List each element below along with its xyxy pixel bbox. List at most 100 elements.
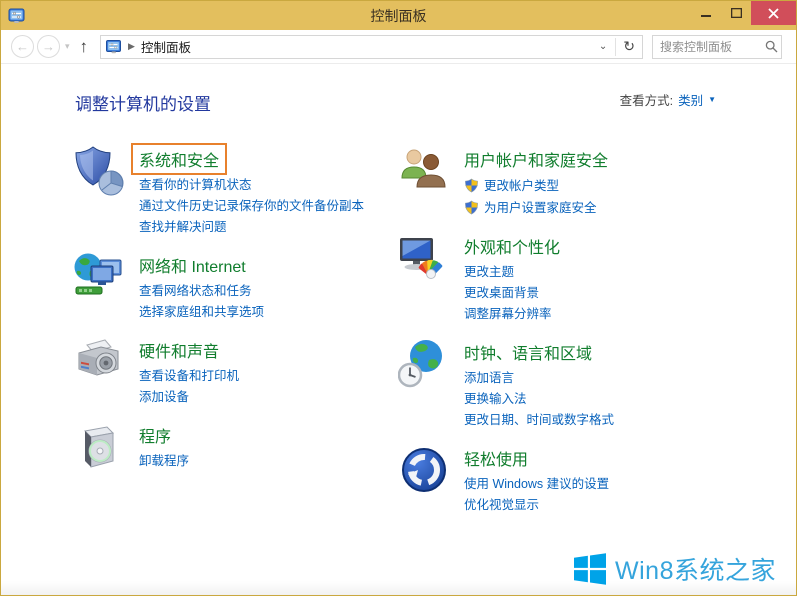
category-title-ease-of-access[interactable]: 轻松使用 xyxy=(464,446,528,470)
system-security-icon[interactable] xyxy=(73,145,127,199)
task-link-label: 卸载程序 xyxy=(139,454,190,468)
task-link[interactable]: 优化视觉显示 xyxy=(464,498,609,512)
task-link-label: 查看设备和打印机 xyxy=(139,369,240,383)
task-link-label: 更换输入法 xyxy=(464,392,527,406)
recent-pages-chevron-icon[interactable]: ▾ xyxy=(63,41,72,52)
task-link-label: 更改帐户类型 xyxy=(484,178,560,193)
task-link[interactable]: 查找并解决问题 xyxy=(139,220,364,234)
task-link-label: 优化视觉显示 xyxy=(464,498,540,512)
task-link-label: 选择家庭组和共享选项 xyxy=(139,305,265,319)
programs-icon[interactable] xyxy=(73,421,127,475)
forward-button[interactable]: → xyxy=(37,35,60,58)
task-link-label: 更改日期、时间或数字格式 xyxy=(464,413,615,427)
task-link[interactable]: 使用 Windows 建议的设置 xyxy=(464,477,609,491)
category-title-hardware-sound[interactable]: 硬件和声音 xyxy=(139,338,219,362)
back-button[interactable]: ← xyxy=(11,35,34,58)
task-link-label: 为用户设置家庭安全 xyxy=(484,200,597,215)
watermark: Win8系统之家 xyxy=(574,551,776,587)
category-title-programs[interactable]: 程序 xyxy=(139,423,171,447)
task-link-label: 查看网络状态和任务 xyxy=(139,284,252,298)
minimize-button[interactable] xyxy=(691,1,721,25)
task-link[interactable]: 更改主题 xyxy=(464,265,560,279)
task-link[interactable]: 添加设备 xyxy=(139,390,239,404)
task-link[interactable]: 选择家庭组和共享选项 xyxy=(139,305,264,319)
task-link-label: 查找并解决问题 xyxy=(139,220,227,234)
category-title-user-accounts-family-safety[interactable]: 用户帐户和家庭安全 xyxy=(464,147,608,171)
breadcrumb-control-panel[interactable]: 控制面板 xyxy=(141,37,191,56)
category-user-accounts-family-safety: 用户帐户和家庭安全 更改帐户类型为用户设置家庭安全 xyxy=(398,145,738,215)
task-link[interactable]: 更换输入法 xyxy=(464,392,614,406)
category-network-internet: 网络和 Internet 查看网络状态和任务 选择家庭组和共享选项 xyxy=(73,251,398,319)
category-title-appearance-personalization[interactable]: 外观和个性化 xyxy=(464,234,560,258)
category-clock-language-region: 时钟、语言和区域 添加语言更换输入法更改日期、时间或数字格式 xyxy=(397,338,738,427)
window-title: 控制面板 xyxy=(370,8,427,24)
task-link[interactable]: 卸载程序 xyxy=(139,454,189,468)
up-button[interactable]: ↑ xyxy=(75,38,94,55)
category-appearance-personalization: 外观和个性化 更改主题更改桌面背景 调整屏幕分辨率 xyxy=(398,232,738,321)
category-system-security: 系统和安全 查看你的计算机状态通过文件历史记录保存你的文件备份副本 查找并解决问题 xyxy=(73,143,398,234)
close-button[interactable] xyxy=(751,1,796,25)
breadcrumb-arrow-icon: ▶ xyxy=(128,41,135,51)
task-link-label: 通过文件历史记录保存你的文件备份副本 xyxy=(139,199,365,213)
task-link-label: 更改主题 xyxy=(464,265,515,279)
minimize-icon xyxy=(701,15,711,17)
content-header: 调整计算机的设置 查看方式: 类别 ▼ xyxy=(1,64,796,145)
address-dropdown-icon[interactable]: ⌄ xyxy=(591,41,615,52)
view-by-control: 查看方式: 类别 ▼ xyxy=(620,90,716,109)
category-columns: 系统和安全 查看你的计算机状态通过文件历史记录保存你的文件备份副本 查找并解决问题… xyxy=(1,143,796,529)
address-bar[interactable]: ▶ 控制面板 ⌄ ↻ xyxy=(100,34,643,59)
titlebar: 控制面板 xyxy=(1,1,796,30)
close-icon xyxy=(768,7,779,19)
control-panel-window: 控制面板 ← → ▾ ↑ ▶ 控制面板 ⌄ ↻ 搜索控制面板 调整计算机的设置 … xyxy=(0,0,797,596)
control-panel-app-icon xyxy=(8,8,26,24)
task-link-label: 调整屏幕分辨率 xyxy=(464,307,552,321)
category-title-network-internet[interactable]: 网络和 Internet xyxy=(139,253,246,277)
task-link[interactable]: 更改日期、时间或数字格式 xyxy=(464,413,614,427)
category-title-system-security[interactable]: 系统和安全 xyxy=(131,143,228,175)
network-internet-icon[interactable] xyxy=(73,251,127,305)
task-link[interactable]: 查看网络状态和任务 xyxy=(139,284,264,298)
task-link[interactable]: 添加语言 xyxy=(464,371,614,385)
control-panel-home: 调整计算机的设置 查看方式: 类别 ▼ 系统和安全 查看你的计算机状态通过文件历… xyxy=(1,64,796,595)
task-link[interactable]: 更改帐户类型 xyxy=(464,178,608,193)
task-link[interactable]: 为用户设置家庭安全 xyxy=(464,200,608,215)
task-link[interactable]: 查看设备和打印机 xyxy=(139,369,239,383)
view-by-caret-icon[interactable]: ▼ xyxy=(708,95,716,104)
category-ease-of-access: 轻松使用 使用 Windows 建议的设置 优化视觉显示 xyxy=(398,444,738,512)
task-link[interactable]: 查看你的计算机状态 xyxy=(139,178,364,192)
task-link[interactable]: 更改桌面背景 xyxy=(464,286,560,300)
windows-logo-icon xyxy=(574,553,607,585)
task-link-label: 添加设备 xyxy=(139,390,190,404)
maximize-icon xyxy=(730,8,742,18)
uac-shield-icon xyxy=(464,178,479,193)
view-by-value[interactable]: 类别 xyxy=(678,90,703,109)
navigation-toolbar: ← → ▾ ↑ ▶ 控制面板 ⌄ ↻ xyxy=(1,30,796,64)
hardware-sound-icon[interactable] xyxy=(73,336,127,390)
task-link[interactable]: 调整屏幕分辨率 xyxy=(464,307,560,321)
appearance-personalization-icon[interactable] xyxy=(398,232,452,286)
category-hardware-sound: 硬件和声音 查看设备和打印机 添加设备 xyxy=(73,336,398,404)
right-column: 用户帐户和家庭安全 更改帐户类型为用户设置家庭安全 外观和个性化 更改主题更改桌… xyxy=(397,145,738,529)
task-link-label: 添加语言 xyxy=(464,371,515,385)
task-link-label: 查看你的计算机状态 xyxy=(139,178,252,192)
search-box xyxy=(652,34,782,59)
watermark-text: Win8系统之家 xyxy=(615,557,776,585)
page-title: 调整计算机的设置 xyxy=(75,95,211,114)
left-column: 系统和安全 查看你的计算机状态通过文件历史记录保存你的文件备份副本 查找并解决问题… xyxy=(73,143,398,529)
task-link[interactable]: 通过文件历史记录保存你的文件备份副本 xyxy=(139,199,364,213)
user-accounts-family-safety-icon[interactable] xyxy=(398,145,452,199)
maximize-button[interactable] xyxy=(721,1,751,25)
task-link-label: 更改桌面背景 xyxy=(464,286,540,300)
category-title-clock-language-region[interactable]: 时钟、语言和区域 xyxy=(464,340,592,364)
uac-shield-icon xyxy=(464,200,479,215)
ease-of-access-icon[interactable] xyxy=(398,444,452,498)
task-link-label: 使用 Windows 建议的设置 xyxy=(464,477,610,491)
refresh-button[interactable]: ↻ xyxy=(616,38,642,55)
view-by-label: 查看方式: xyxy=(619,94,674,108)
category-programs: 程序 卸载程序 xyxy=(73,421,398,475)
breadcrumb-control-panel-icon xyxy=(106,39,122,54)
window-controls xyxy=(691,1,796,25)
search-icon[interactable] xyxy=(761,40,781,53)
clock-language-region-icon[interactable] xyxy=(397,338,452,392)
search-input[interactable] xyxy=(653,39,761,54)
